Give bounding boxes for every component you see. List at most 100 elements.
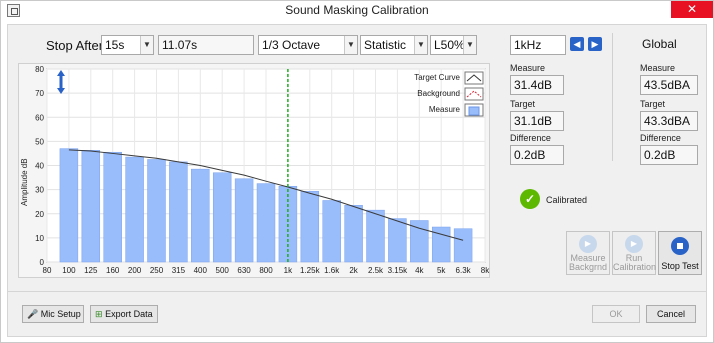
measure-background-label: Measure Backgrnd (568, 253, 608, 272)
legend-background-swatch[interactable] (464, 87, 484, 101)
panel-divider (612, 33, 613, 161)
x-tick-label: 200 (128, 266, 142, 275)
global-measure-label: Measure (640, 63, 676, 73)
band-dropdown[interactable]: 1/3 Octave ▼ (258, 35, 358, 55)
band-difference-value: 0.2dB (510, 145, 564, 165)
measure-bar (344, 205, 363, 263)
x-tick-label: 315 (172, 266, 186, 275)
stop-test-label: Stop Test (661, 261, 699, 271)
global-target-value: 43.3dBA (640, 111, 698, 131)
export-data-button[interactable]: ⊞ Export Data (90, 305, 158, 323)
y-tick-label: 70 (35, 89, 44, 98)
measure-bar (410, 220, 429, 263)
measure-bar (59, 148, 79, 263)
arrow-right-icon: ▶ (591, 39, 599, 49)
play-icon: ▶ (579, 235, 597, 253)
measure-bar (366, 209, 385, 263)
x-tick-label: 4k (415, 266, 424, 275)
ok-button[interactable]: OK (592, 305, 640, 323)
run-calibration-label: Run Calibration (613, 253, 657, 272)
measure-bar (234, 178, 254, 263)
x-tick-label: 800 (259, 266, 273, 275)
measure-bar (147, 159, 166, 263)
measure-bar (125, 156, 144, 263)
band-target-value: 31.1dB (510, 111, 564, 131)
run-calibration-icon: ▶ (625, 235, 643, 253)
y-axis-label: Amplitude dB (20, 158, 29, 206)
measure-bar (103, 151, 122, 263)
stop-after-label: Stop After (46, 38, 104, 53)
y-tick-label: 40 (35, 162, 44, 171)
stop-after-dropdown[interactable]: 15s ▼ (101, 35, 154, 55)
legend-measure: Measure (429, 105, 461, 114)
window-title: Sound Masking Calibration (285, 3, 429, 17)
stop-icon (671, 237, 689, 255)
run-calibration-button[interactable]: ▶ Run Calibration (612, 231, 656, 275)
measure-bar (256, 183, 276, 263)
y-tick-label: 80 (35, 65, 44, 74)
stop-after-value: 15s (105, 38, 125, 52)
band-measure-value: 31.4dB (510, 75, 564, 95)
check-icon: ✓ (520, 189, 540, 209)
x-tick-label: 100 (62, 266, 76, 275)
y-tick-label: 50 (35, 137, 44, 146)
title-bar: Sound Masking Calibration ✕ (1, 1, 713, 20)
measure-bar (169, 161, 188, 263)
x-tick-label: 1k (284, 266, 293, 275)
global-difference-value: 0.2dB (640, 145, 698, 165)
band-target-label: Target (510, 99, 536, 109)
measure-bar (322, 200, 341, 263)
x-tick-label: 1.25k (300, 266, 321, 275)
x-tick-label: 630 (237, 266, 251, 275)
bar-icon (468, 106, 480, 116)
mode-value: Statistic (364, 38, 407, 52)
x-tick-label: 2k (349, 266, 358, 275)
global-measure-value: 43.5dBA (640, 75, 698, 95)
y-tick-label: 30 (35, 186, 44, 195)
y-tick-label: 60 (35, 113, 44, 122)
x-tick-label: 8k (481, 266, 490, 275)
status-text: Calibrated (546, 195, 588, 205)
x-tick-label: 2.5k (368, 266, 384, 275)
x-tick-label: 500 (216, 266, 230, 275)
x-tick-label: 160 (106, 266, 120, 275)
legend-target-swatch[interactable] (464, 71, 484, 85)
measure-background-button[interactable]: ▶ Measure Backgrnd (566, 231, 610, 275)
next-band-button[interactable]: ▶ (588, 37, 602, 51)
cancel-button[interactable]: Cancel (646, 305, 696, 323)
x-tick-label: 400 (194, 266, 208, 275)
x-tick-label: 3.15k (388, 266, 409, 275)
percentile-dropdown[interactable]: L50% ▼ (430, 35, 477, 55)
microphone-icon: 🎤 (27, 309, 39, 319)
x-tick-label: 6.3k (456, 266, 472, 275)
chevron-down-icon: ▼ (344, 36, 357, 54)
measure-bar (191, 168, 210, 263)
app-window: Sound Masking Calibration ✕ Stop After 1… (0, 0, 714, 343)
measure-bar (81, 150, 101, 263)
x-tick-label: 125 (84, 266, 98, 275)
x-tick-label: 1.6k (324, 266, 340, 275)
x-tick-label: 250 (150, 266, 164, 275)
prev-band-button[interactable]: ◀ (570, 37, 584, 51)
x-tick-label: 5k (437, 266, 446, 275)
measure-bar (300, 191, 320, 263)
mic-setup-label: Mic Setup (40, 309, 81, 319)
elapsed-time-display: 11.07s (158, 35, 254, 55)
main-body: Stop After 15s ▼ 11.07s 1/3 Octave ▼ Sta… (7, 24, 707, 337)
measure-bar (212, 172, 232, 263)
chevron-down-icon: ▼ (463, 36, 476, 54)
chart-panel: 0 10 20 30 40 50 60 70 80 80 100 125 160 200 250 315 400… (18, 63, 490, 278)
frequency-field[interactable]: 1kHz (510, 35, 566, 55)
band-value: 1/3 Octave (262, 38, 321, 52)
arrow-left-icon: ◀ (573, 39, 581, 49)
export-data-label: Export Data (105, 309, 153, 319)
close-button[interactable]: ✕ (671, 1, 713, 18)
export-icon: ⊞ (95, 309, 103, 319)
mode-dropdown[interactable]: Statistic ▼ (360, 35, 428, 55)
y-tick-label: 20 (35, 210, 44, 219)
x-tick-label: 80 (43, 266, 52, 275)
stop-test-button[interactable]: Stop Test (658, 231, 702, 275)
mic-setup-button[interactable]: 🎤 Mic Setup (22, 305, 84, 323)
spectrum-chart: 0102030405060708080 100 125 160 200 250 315 400… (20, 65, 490, 275)
chevron-down-icon: ▼ (140, 36, 153, 54)
